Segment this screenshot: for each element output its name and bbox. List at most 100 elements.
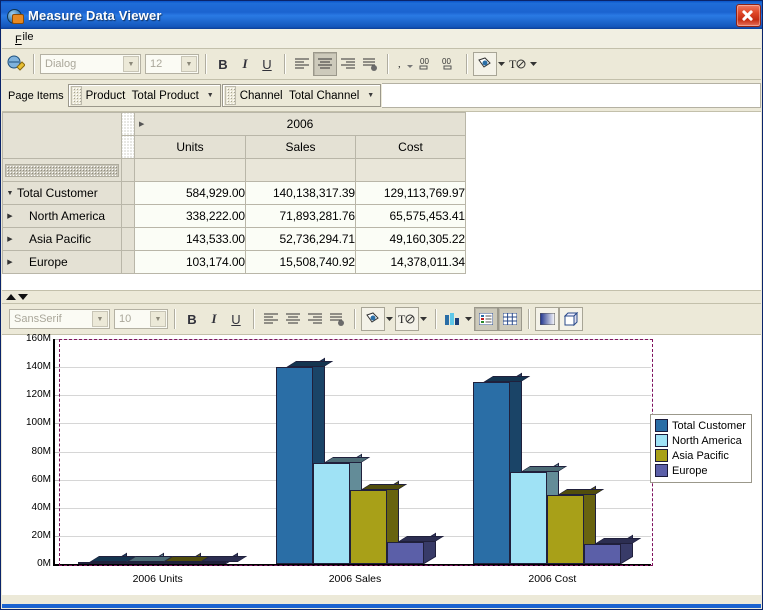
grid-toggle-button[interactable]	[498, 307, 522, 331]
legend-toggle-button[interactable]	[474, 307, 498, 331]
cell-sales[interactable]: 15,508,740.92	[245, 250, 356, 274]
quote-left-button[interactable]: 00	[416, 53, 438, 75]
comma-format-button[interactable]: ,	[394, 53, 416, 75]
chevron-down-icon[interactable]: ▼	[181, 56, 197, 72]
align-center-button[interactable]	[313, 52, 337, 76]
cell-cost[interactable]: 129,113,769.97	[355, 181, 466, 205]
client-area: FFile Dialog ▼ 12 ▼ B I U	[2, 29, 761, 607]
cell-cost[interactable]: 65,575,453.41	[355, 204, 466, 228]
chevron-down-icon[interactable]: ▼	[207, 92, 214, 99]
chart-align-left-button[interactable]	[260, 308, 282, 330]
column-header-sales[interactable]: Sales	[245, 135, 356, 159]
chart-text-color-caret-icon[interactable]	[419, 308, 429, 330]
chart-align-justify-button[interactable]	[326, 308, 348, 330]
expand-caret-icon[interactable]: ▶	[3, 235, 17, 243]
bar-chart[interactable]: 0M 20M 40M 60M 80M 100M 120M 140M 160M 2006 Units…	[2, 333, 761, 593]
font-name-combo[interactable]: Dialog ▼	[40, 54, 141, 74]
chart-align-right-button[interactable]	[304, 308, 326, 330]
drag-grip-icon[interactable]	[70, 86, 82, 105]
chart-bar[interactable]	[583, 534, 642, 564]
chevron-down-icon[interactable]: ▼	[367, 92, 374, 99]
row-grip-cell[interactable]	[2, 158, 122, 182]
chart-bold-button[interactable]: B	[181, 308, 203, 330]
chart-bar[interactable]	[189, 552, 247, 564]
table-row[interactable]: ▶ Asia Pacific 143,533.00 52,736,294.71 …	[2, 227, 466, 251]
chart-bar[interactable]	[386, 532, 445, 564]
drag-grip-icon[interactable]	[224, 86, 236, 105]
cell-units[interactable]: 338,222.00	[134, 204, 246, 228]
chevron-down-icon[interactable]: ▼	[150, 311, 166, 327]
chart-italic-button[interactable]: I	[203, 308, 225, 330]
menu-item-file[interactable]: FFile	[10, 30, 46, 47]
chart-legend[interactable]: Total Customer North America Asia Pacific E…	[650, 414, 752, 483]
column-grip-icon[interactable]	[121, 135, 135, 159]
table-row[interactable]: ▶ North America 338,222.00 71,893,281.76…	[2, 204, 466, 228]
paint-style-icon[interactable]	[5, 53, 27, 75]
splitter-up-icon[interactable]	[6, 294, 16, 300]
expand-caret-icon[interactable]: ▶	[3, 258, 17, 266]
cell-sales[interactable]: 71,893,281.76	[245, 204, 356, 228]
cell-units[interactable]: 584,929.00	[134, 181, 246, 205]
chart-fill-color-caret-icon[interactable]	[385, 308, 395, 330]
chart-font-size-combo[interactable]: 10 ▼	[114, 309, 168, 329]
fill-color-button[interactable]	[473, 52, 497, 76]
chart-align-center-button[interactable]	[282, 308, 304, 330]
chart-type-caret-icon[interactable]	[464, 308, 474, 330]
text-color-button[interactable]: T	[507, 53, 529, 75]
legend-swatch	[655, 449, 668, 462]
cell-cost[interactable]: 14,378,011.34	[355, 250, 466, 274]
legend-item[interactable]: Total Customer	[655, 418, 746, 433]
y-axis-tick-label: 60M	[31, 473, 51, 485]
fill-color-caret-icon[interactable]	[497, 53, 507, 75]
column-header-units[interactable]: Units	[134, 135, 246, 159]
cell-sales[interactable]: 52,736,294.71	[245, 227, 356, 251]
row-header-total-customer[interactable]: ▼ Total Customer	[2, 181, 122, 205]
legend-item[interactable]: North America	[655, 433, 746, 448]
align-right-button[interactable]	[337, 53, 359, 75]
gradient-toggle-button[interactable]	[535, 307, 559, 331]
legend-item[interactable]: Asia Pacific	[655, 448, 746, 463]
align-justify-button[interactable]	[359, 53, 381, 75]
chart-type-button[interactable]	[442, 308, 464, 330]
collapse-caret-icon[interactable]: ▼	[3, 190, 17, 197]
chart-fill-color-button[interactable]	[361, 307, 385, 331]
chart-format-toolbar: SansSerif ▼ 10 ▼ B I U T	[2, 304, 761, 335]
chevron-down-icon[interactable]: ▼	[92, 311, 108, 327]
row-header-asia-pacific[interactable]: ▶ Asia Pacific	[2, 227, 122, 251]
pane-splitter[interactable]	[2, 291, 761, 304]
quote-right-button[interactable]: 00	[438, 53, 460, 75]
table-row[interactable]: ▶ Europe 103,174.00 15,508,740.92 14,378…	[2, 250, 466, 274]
pivot-table: ▶ 2006 Units Sales Cost ▼ Total Customer…	[2, 112, 466, 274]
row-header-europe[interactable]: ▶ Europe	[2, 250, 122, 274]
cell-sales[interactable]: 140,138,317.39	[245, 181, 356, 205]
year-header-cell[interactable]: ▶ 2006	[134, 112, 466, 136]
y-axis-tick-label: 120M	[25, 389, 51, 401]
bold-button[interactable]: B	[212, 53, 234, 75]
expand-caret-icon[interactable]: ▶	[3, 212, 17, 220]
splitter-down-icon[interactable]	[18, 294, 28, 300]
font-size-combo[interactable]: 12 ▼	[145, 54, 199, 74]
page-item-product[interactable]: Product Total Product ▼	[67, 84, 221, 107]
cell-units[interactable]: 143,533.00	[134, 227, 246, 251]
chart-text-color-button[interactable]: T	[395, 307, 419, 331]
cube-3d-toggle-button[interactable]	[559, 307, 583, 331]
row-header-north-america[interactable]: ▶ North America	[2, 204, 122, 228]
close-button[interactable]	[736, 3, 761, 27]
table-row[interactable]: ▼ Total Customer 584,929.00 140,138,317.…	[2, 181, 466, 205]
legend-item[interactable]: Europe	[655, 463, 746, 478]
underline-button[interactable]: U	[256, 53, 278, 75]
align-left-button[interactable]	[291, 53, 313, 75]
y-axis-tick-label: 20M	[31, 529, 51, 541]
italic-button[interactable]: I	[234, 53, 256, 75]
y-axis-tick-label: 40M	[31, 501, 51, 513]
cell-cost[interactable]: 49,160,305.22	[355, 227, 466, 251]
chart-font-name-combo[interactable]: SansSerif ▼	[9, 309, 110, 329]
page-item-channel[interactable]: Channel Total Channel ▼	[221, 84, 382, 107]
cell-units[interactable]: 103,174.00	[134, 250, 246, 274]
column-header-cost[interactable]: Cost	[355, 135, 466, 159]
chevron-down-icon[interactable]: ▼	[123, 56, 139, 72]
text-color-caret-icon[interactable]	[529, 53, 539, 75]
chart-underline-button[interactable]: U	[225, 308, 247, 330]
expand-caret-icon[interactable]: ▶	[139, 120, 144, 128]
column-grip-icon[interactable]	[121, 112, 135, 136]
